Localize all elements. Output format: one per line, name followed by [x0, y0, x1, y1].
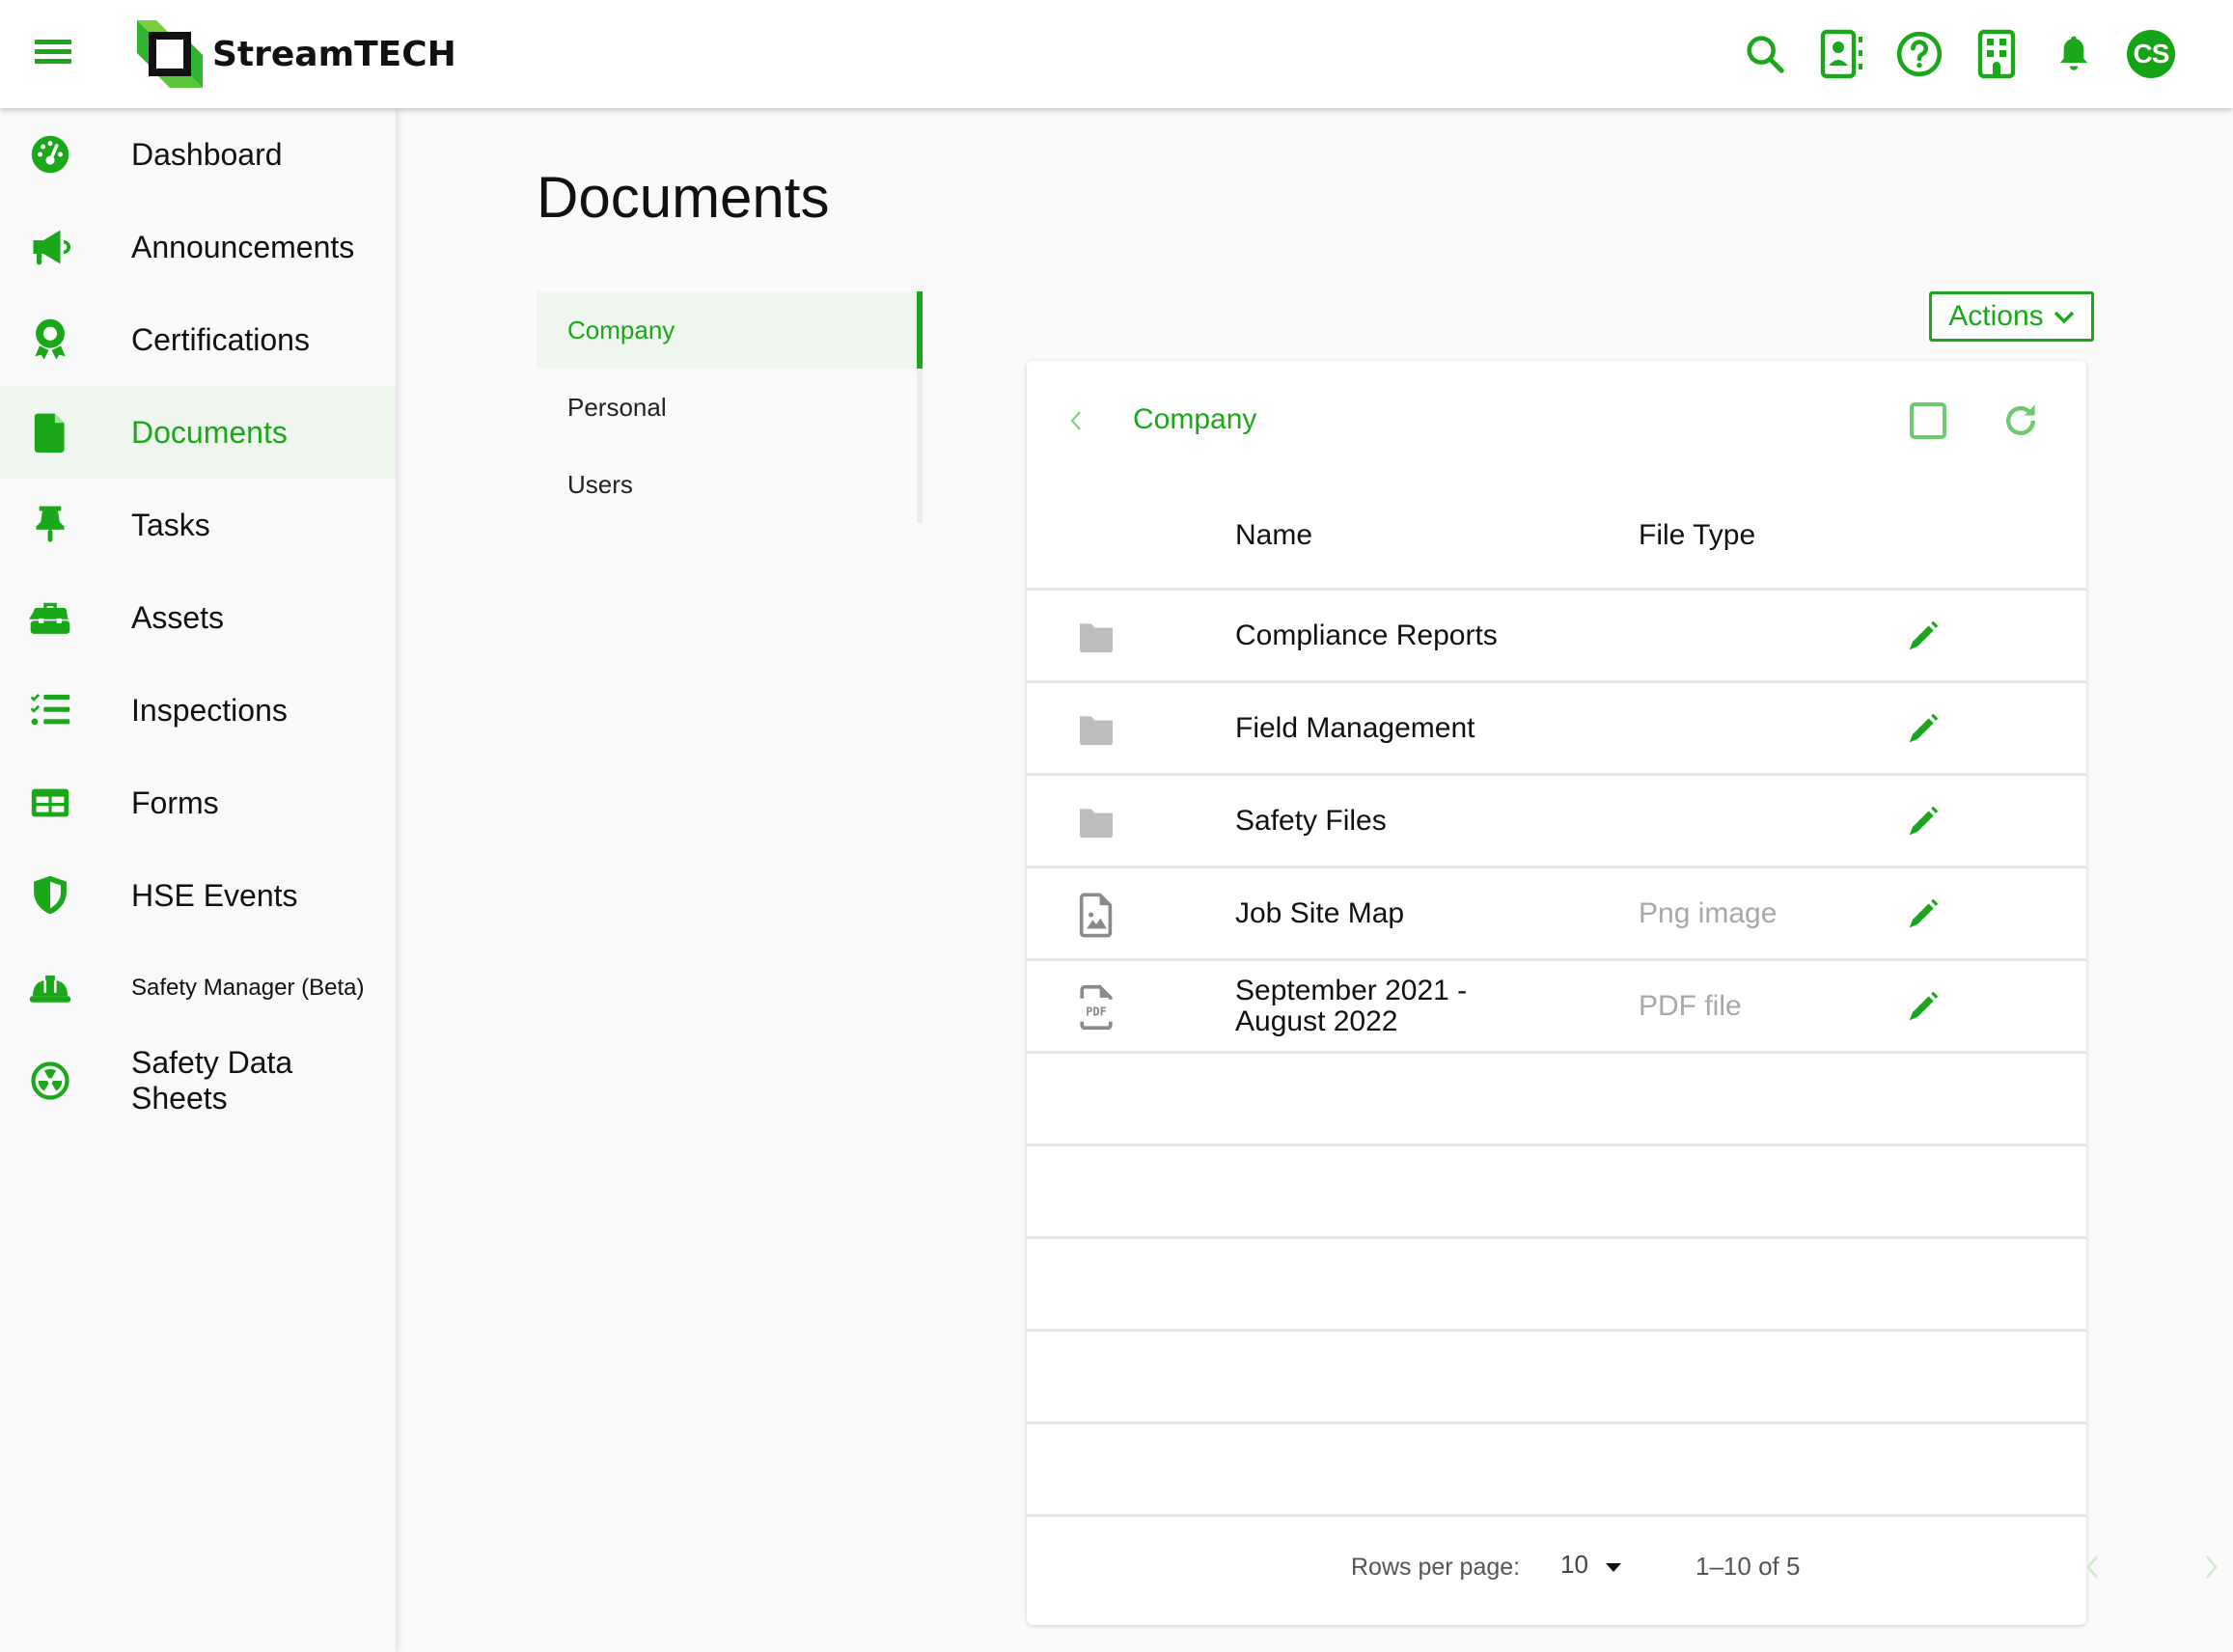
sidebar-item-label: Forms: [131, 785, 219, 820]
empty-table-row: [1027, 1332, 2086, 1424]
folder-icon: [1071, 704, 1121, 755]
table-header: Name File Type: [1027, 481, 2086, 591]
sidebar-item-hse-events[interactable]: HSE Events: [0, 849, 396, 942]
sidebar-item-tasks[interactable]: Tasks: [0, 479, 396, 571]
bell-icon[interactable]: [2050, 27, 2098, 81]
sidebar-item-documents[interactable]: Documents: [0, 386, 396, 479]
tab-users[interactable]: Users: [537, 446, 923, 523]
sidebar-item-label: Inspections: [131, 692, 288, 728]
brand-logo[interactable]: StreamTECH: [135, 17, 456, 91]
sidebar-item-label: Dashboard: [131, 136, 283, 172]
column-header-file-type[interactable]: File Type: [1639, 519, 1755, 552]
table-row[interactable]: Field Management: [1027, 683, 2086, 776]
empty-table-row: [1027, 1239, 2086, 1332]
edit-pencil-icon[interactable]: [1901, 801, 1944, 843]
document-tabs: Company Personal Users: [537, 291, 923, 523]
document-icon: [27, 411, 73, 454]
sidebar-item-label: Documents: [131, 414, 288, 450]
document-list: Compliance Reports Field Management Safe…: [1027, 591, 2086, 1517]
pdf-file-icon: PDF: [1071, 982, 1121, 1032]
sidebar-item-forms[interactable]: Forms: [0, 757, 396, 849]
rows-per-page-value: 10: [1560, 1550, 1588, 1579]
row-name: Field Management: [1235, 711, 1475, 744]
back-chevron-icon[interactable]: [1061, 403, 1090, 438]
top-app-bar: StreamTECH CS: [0, 0, 2233, 108]
sidebar-item-label: Safety Manager (Beta): [131, 975, 365, 1001]
row-name: September 2021 - August 2022: [1235, 974, 1468, 1037]
sidebar-item-label: Safety Data Sheets: [131, 1045, 293, 1115]
contacts-icon[interactable]: [1818, 27, 1866, 81]
refresh-icon[interactable]: [1999, 399, 2042, 442]
documents-card: Company Name File Type Compliance Report…: [1027, 361, 2218, 1625]
sidebar-item-dashboard[interactable]: Dashboard: [0, 108, 396, 201]
sidebar-nav: Dashboard Announcements Certifications D…: [0, 108, 396, 1652]
breadcrumb-current-folder[interactable]: Company: [1133, 403, 1256, 436]
tab-personal[interactable]: Personal: [537, 369, 923, 446]
pagination-range: 1–10 of 5: [1695, 1552, 1801, 1581]
next-page-icon[interactable]: [2192, 1548, 2231, 1586]
folder-icon: [1071, 612, 1121, 662]
toolbox-icon: [27, 596, 73, 639]
search-icon[interactable]: [1741, 27, 1789, 81]
sidebar-item-certifications[interactable]: Certifications: [0, 293, 396, 386]
rows-per-page-select[interactable]: 10: [1560, 1550, 1621, 1580]
dropdown-arrow-icon: [1605, 1550, 1621, 1580]
page-title: Documents: [537, 165, 830, 230]
select-all-checkbox-icon[interactable]: [1909, 401, 1947, 440]
sidebar-item-label: Announcements: [131, 229, 355, 264]
tab-company[interactable]: Company: [537, 291, 923, 369]
sidebar-item-label: HSE Events: [131, 877, 298, 913]
streamtech-logo-icon: [135, 18, 205, 90]
edit-pencil-icon[interactable]: [1901, 894, 1944, 936]
brand-name: StreamTECH: [212, 34, 456, 74]
edit-pencil-icon[interactable]: [1901, 616, 1944, 658]
previous-page-icon[interactable]: [2073, 1548, 2111, 1586]
actions-label: Actions: [1948, 300, 2044, 332]
sidebar-item-safety-manager[interactable]: Safety Manager (Beta): [0, 942, 396, 1034]
image-file-icon: [1071, 890, 1121, 940]
sidebar-item-announcements[interactable]: Announcements: [0, 201, 396, 293]
edit-pencil-icon[interactable]: [1901, 708, 1944, 751]
user-avatar[interactable]: CS: [2127, 30, 2175, 78]
hard-hat-icon: [27, 967, 73, 1009]
table-row[interactable]: Safety Files: [1027, 776, 2086, 868]
shield-icon: [27, 874, 73, 917]
row-file-type: Png image: [1639, 896, 1778, 929]
hamburger-menu-icon[interactable]: [29, 35, 79, 73]
sidebar-item-label: Tasks: [131, 507, 210, 542]
sidebar-item-inspections[interactable]: Inspections: [0, 664, 396, 757]
sidebar-item-safety-data-sheets[interactable]: Safety Data Sheets: [0, 1034, 396, 1127]
actions-button[interactable]: Actions: [1929, 291, 2094, 342]
empty-table-row: [1027, 1146, 2086, 1239]
table-pagination: Rows per page: 10 1–10 of 5: [1027, 1517, 2218, 1625]
folder-icon: [1071, 797, 1121, 847]
row-name: Job Site Map: [1235, 896, 1405, 929]
dashboard-gauge-icon: [27, 133, 73, 176]
table-row[interactable]: Job Site Map Png image: [1027, 868, 2086, 961]
table-row[interactable]: Compliance Reports: [1027, 591, 2086, 683]
building-icon[interactable]: [1972, 27, 2021, 81]
table-form-icon: [27, 782, 73, 824]
chevron-down-icon: [2054, 300, 2075, 333]
help-icon[interactable]: [1895, 27, 1944, 81]
column-header-name[interactable]: Name: [1235, 519, 1312, 552]
row-name: Compliance Reports: [1235, 619, 1498, 651]
sidebar-item-label: Certifications: [131, 321, 310, 357]
sidebar-item-assets[interactable]: Assets: [0, 571, 396, 664]
empty-table-row: [1027, 1054, 2086, 1146]
rows-per-page-label: Rows per page:: [1351, 1554, 1521, 1581]
award-ribbon-icon: [27, 318, 73, 361]
megaphone-icon: [27, 226, 73, 268]
row-name: Safety Files: [1235, 804, 1387, 837]
checklist-icon: [27, 689, 73, 731]
empty-table-row: [1027, 1424, 2086, 1517]
pushpin-icon: [27, 504, 73, 546]
radiation-icon: [27, 1060, 73, 1102]
sidebar-item-label: Assets: [131, 599, 225, 635]
table-row[interactable]: PDF September 2021 - August 2022 PDF fil…: [1027, 961, 2086, 1054]
row-file-type: PDF file: [1639, 989, 1742, 1022]
edit-pencil-icon[interactable]: [1901, 986, 1944, 1029]
svg-text:PDF: PDF: [1086, 1005, 1107, 1018]
